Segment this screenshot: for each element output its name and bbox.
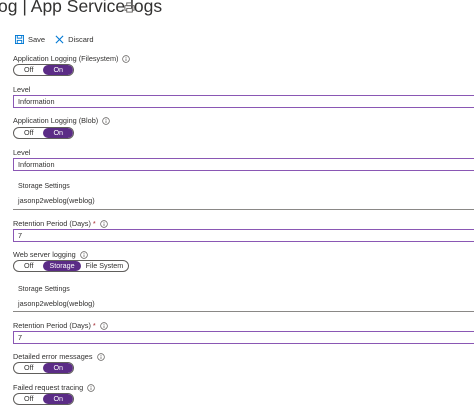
web-server-logging-label: Web server logging — [13, 250, 88, 259]
save-label: Save — [28, 34, 46, 44]
toggle-storage[interactable]: Storage — [43, 261, 81, 271]
discard-label: Discard — [68, 34, 94, 44]
toggle-off[interactable]: Off — [14, 363, 43, 373]
app-logging-blob-text: Application Logging (Blob) — [13, 116, 99, 125]
info-icon[interactable] — [87, 383, 95, 392]
info-icon[interactable] — [80, 250, 88, 259]
toggle-off[interactable]: Off — [14, 65, 43, 75]
toggle-off[interactable]: Off — [14, 261, 43, 271]
storage-settings-blob[interactable]: Storage Settings jasonp2weblog(weblog) — [13, 180, 474, 210]
retention-period-text: Retention Period (Days) — [13, 219, 91, 228]
command-bar: Save Discard — [15, 32, 104, 46]
failed-request-text: Failed request tracing — [13, 383, 84, 392]
toggle-on[interactable]: On — [43, 394, 74, 404]
toggle-on[interactable]: On — [43, 65, 74, 75]
app-logging-filesystem-text: Application Logging (Filesystem) — [13, 54, 119, 63]
storage-settings-value: jasonp2weblog(weblog) — [18, 196, 95, 205]
app-logging-blob-label: Application Logging (Blob) — [13, 116, 110, 125]
toggle-on[interactable]: On — [43, 363, 74, 373]
level-filesystem-label: Level — [13, 85, 31, 94]
required-marker: * — [92, 219, 96, 228]
info-icon[interactable] — [99, 219, 108, 228]
app-logging-filesystem-label: Application Logging (Filesystem) — [13, 54, 131, 63]
toggle-off[interactable]: Off — [14, 128, 43, 138]
detailed-errors-toggle[interactable]: Off On — [13, 362, 75, 374]
discard-button[interactable]: Discard — [55, 34, 94, 44]
level-blob-label: Level — [13, 148, 31, 157]
retention-period-text: Retention Period (Days) — [13, 321, 91, 330]
detailed-errors-label: Detailed error messages — [13, 352, 105, 361]
storage-settings-web[interactable]: Storage Settings jasonp2weblog(weblog) — [13, 282, 474, 312]
app-logging-blob-toggle[interactable]: Off On — [13, 127, 75, 139]
retention-period-web-input[interactable]: 7 — [13, 331, 474, 344]
page-title: og | App Service logs — [0, 0, 163, 16]
print-icon[interactable] — [124, 2, 135, 13]
web-server-logging-toggle[interactable]: Off Storage File System — [13, 260, 130, 272]
toggle-off[interactable]: Off — [14, 394, 43, 404]
failed-request-toggle[interactable]: Off On — [13, 393, 75, 405]
storage-settings-label: Storage Settings — [18, 286, 70, 293]
info-icon[interactable] — [99, 321, 108, 330]
info-icon[interactable] — [96, 352, 105, 361]
retention-period-blob-label: Retention Period (Days) * — [13, 219, 108, 228]
close-icon — [55, 35, 64, 43]
storage-settings-value: jasonp2weblog(weblog) — [18, 299, 95, 308]
retention-period-blob-input[interactable]: 7 — [13, 229, 474, 242]
failed-request-label: Failed request tracing — [13, 383, 95, 392]
app-logging-filesystem-toggle[interactable]: Off On — [13, 64, 75, 76]
info-icon[interactable] — [102, 116, 110, 125]
toggle-file-system[interactable]: File System — [81, 261, 129, 271]
level-blob-select[interactable]: Information — [13, 158, 474, 171]
level-filesystem-select[interactable]: Information — [13, 95, 474, 108]
save-icon — [15, 34, 24, 44]
web-server-logging-text: Web server logging — [13, 250, 76, 259]
save-button[interactable]: Save — [15, 34, 46, 44]
toggle-on[interactable]: On — [43, 128, 74, 138]
detailed-errors-text: Detailed error messages — [13, 352, 93, 361]
retention-period-web-label: Retention Period (Days) * — [13, 321, 108, 330]
required-marker: * — [92, 321, 96, 330]
info-icon[interactable] — [122, 54, 131, 63]
storage-settings-label: Storage Settings — [18, 183, 70, 190]
